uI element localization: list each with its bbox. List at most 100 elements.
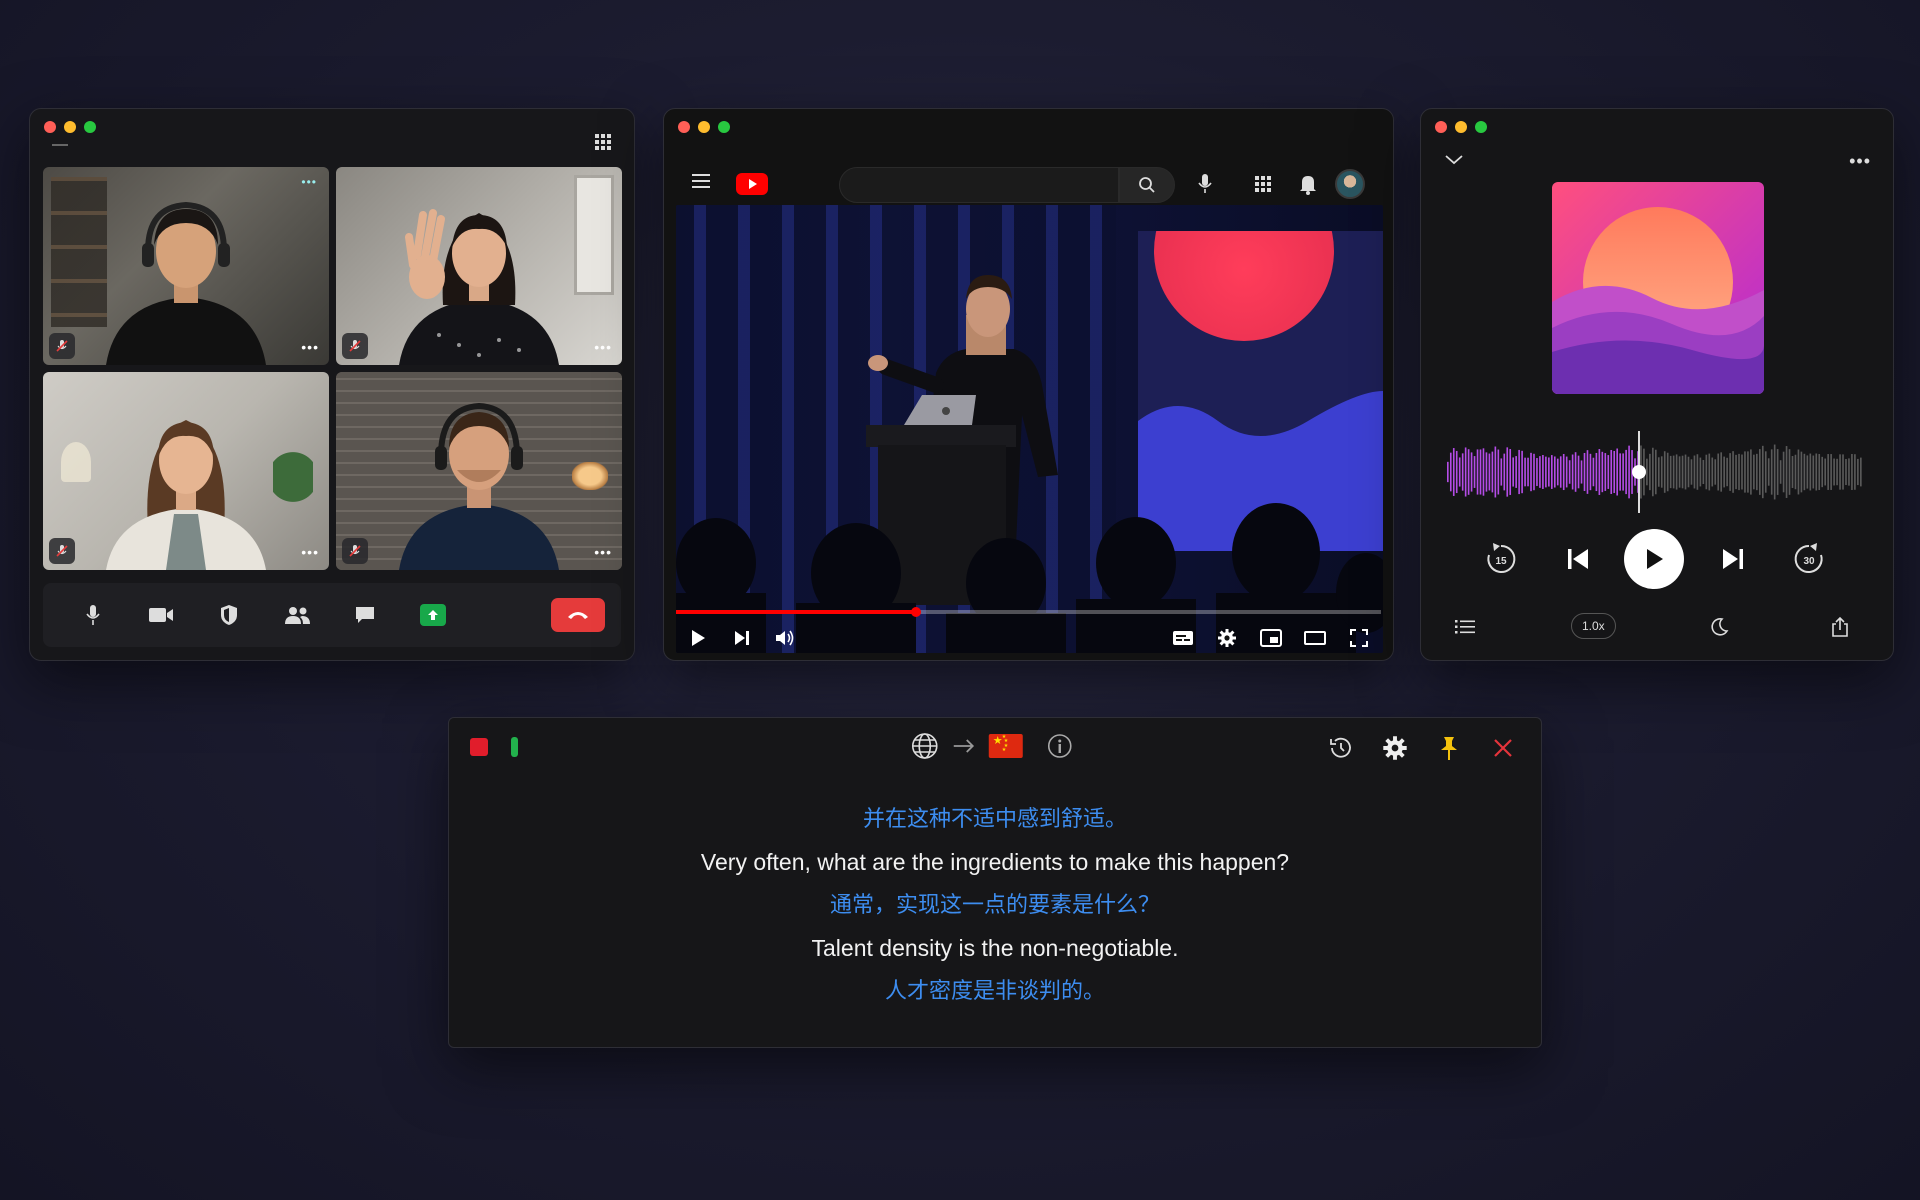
stop-recording-button[interactable] <box>470 738 488 756</box>
close-window-button[interactable] <box>678 121 690 133</box>
video-progress-bar[interactable] <box>676 607 1381 617</box>
waveform-bar <box>1759 449 1761 495</box>
search-input[interactable] <box>839 167 1119 203</box>
minimize-window-button[interactable] <box>1455 121 1467 133</box>
waveform-bar <box>1830 454 1832 490</box>
security-button[interactable] <box>195 595 263 635</box>
fullscreen-button[interactable] <box>1337 618 1381 658</box>
play-icon <box>692 630 705 646</box>
china-flag-icon[interactable]: ★ ★ ★ ★ ★ <box>988 734 1023 758</box>
waveform-bar <box>1803 453 1806 491</box>
waveform-bar <box>1482 448 1485 496</box>
waveform-bar <box>1848 458 1850 486</box>
theater-mode-button[interactable] <box>1293 618 1337 658</box>
waveform-bar <box>1794 454 1797 490</box>
history-icon[interactable] <box>1325 732 1357 764</box>
next-track-button[interactable] <box>1713 539 1753 579</box>
video-progress-fill <box>676 610 916 614</box>
close-window-button[interactable] <box>44 121 56 133</box>
waveform-bar <box>1714 459 1717 485</box>
youtube-logo[interactable] <box>736 173 768 195</box>
participant-tile[interactable]: ••• <box>43 372 329 570</box>
skip-next-icon <box>1723 549 1743 569</box>
waveform-bar <box>1693 455 1696 489</box>
grid-view-icon[interactable] <box>594 133 612 151</box>
zoom-window-button[interactable] <box>1475 121 1487 133</box>
queue-list-icon[interactable] <box>1455 611 1475 643</box>
play-button[interactable] <box>676 618 720 658</box>
more-options-icon[interactable]: ••• <box>594 339 612 355</box>
waveform-bar <box>1741 454 1743 490</box>
miniplayer-button[interactable] <box>1249 618 1293 658</box>
search-button[interactable] <box>1119 167 1175 203</box>
share-screen-button[interactable] <box>399 595 467 635</box>
globe-icon[interactable] <box>911 732 939 760</box>
subtitles-button[interactable] <box>1161 618 1205 658</box>
waveform-scrubber[interactable] <box>1447 431 1863 513</box>
close-icon[interactable] <box>1487 732 1519 764</box>
more-options-icon[interactable]: ••• <box>301 339 319 355</box>
zoom-window-button[interactable] <box>84 121 96 133</box>
zoom-window-button[interactable] <box>718 121 730 133</box>
waveform-bar <box>1655 449 1657 495</box>
more-options-icon[interactable]: ••• <box>301 175 317 189</box>
playback-speed-button[interactable]: 1.0x <box>1571 613 1616 639</box>
mic-button[interactable] <box>59 595 127 635</box>
participant-tile[interactable]: ••• <box>336 167 622 365</box>
play-button[interactable] <box>1624 529 1684 589</box>
participant-tile[interactable]: ••• ••• <box>43 167 329 365</box>
waveform-bar <box>1791 456 1794 488</box>
waveform-bar <box>1518 449 1520 495</box>
subtitles-icon <box>1173 631 1193 645</box>
previous-track-button[interactable] <box>1558 539 1598 579</box>
waveform-bar <box>1491 451 1494 493</box>
skip-back-button[interactable]: 15 <box>1481 539 1521 579</box>
waveform-bar <box>1583 452 1586 492</box>
waveform-bar <box>1452 448 1455 496</box>
gear-icon[interactable] <box>1379 732 1411 764</box>
mic-muted-icon <box>49 333 75 359</box>
voice-search-button[interactable] <box>1197 173 1213 195</box>
player-footer: 1.0x <box>1421 611 1893 647</box>
chat-button[interactable] <box>331 595 399 635</box>
waveform-bar <box>1690 459 1693 485</box>
participant-tile[interactable]: ••• <box>336 372 622 570</box>
hamburger-menu-icon[interactable] <box>692 173 712 189</box>
miniplayer-icon <box>1260 629 1282 647</box>
notifications-bell-icon[interactable] <box>1299 173 1317 195</box>
minimize-window-button[interactable] <box>698 121 710 133</box>
waveform-bar <box>1729 453 1731 491</box>
waveform-bar <box>1571 454 1574 490</box>
more-options-icon[interactable]: ••• <box>301 544 319 560</box>
volume-button[interactable] <box>764 618 808 658</box>
waveform-bar <box>1720 452 1722 492</box>
video-player[interactable] <box>676 205 1383 653</box>
waveform-bar <box>1812 455 1815 489</box>
info-icon[interactable] <box>1047 733 1073 759</box>
more-options-icon[interactable]: ••• <box>594 544 612 560</box>
end-call-button[interactable] <box>551 598 605 632</box>
waveform-bar <box>1604 453 1607 491</box>
settings-button[interactable] <box>1205 618 1249 658</box>
video-call-window: ••• ••• ••• ••• ••• <box>29 108 635 661</box>
participants-button[interactable] <box>263 595 331 635</box>
sleep-timer-moon-icon[interactable] <box>1709 611 1729 643</box>
waveform-bar <box>1788 449 1791 495</box>
waveform-bar <box>1800 451 1803 493</box>
share-icon[interactable] <box>1831 611 1849 643</box>
close-window-button[interactable] <box>1435 121 1447 133</box>
next-button[interactable] <box>720 618 764 658</box>
camera-button[interactable] <box>127 595 195 635</box>
more-options-icon[interactable]: ••• <box>1849 151 1871 172</box>
avatar[interactable] <box>1335 169 1365 199</box>
collapse-chevron-icon[interactable] <box>1445 155 1463 165</box>
skip-forward-button[interactable]: 30 <box>1789 539 1829 579</box>
minimize-window-button[interactable] <box>64 121 76 133</box>
apps-icon[interactable] <box>1254 175 1272 193</box>
waveform-bar <box>1860 457 1862 487</box>
pin-icon[interactable] <box>1433 732 1465 764</box>
skip-previous-icon <box>1568 549 1588 569</box>
waveform-bar <box>1726 457 1728 487</box>
waveform-bar <box>1458 457 1461 487</box>
waveform-bar <box>1616 448 1618 496</box>
